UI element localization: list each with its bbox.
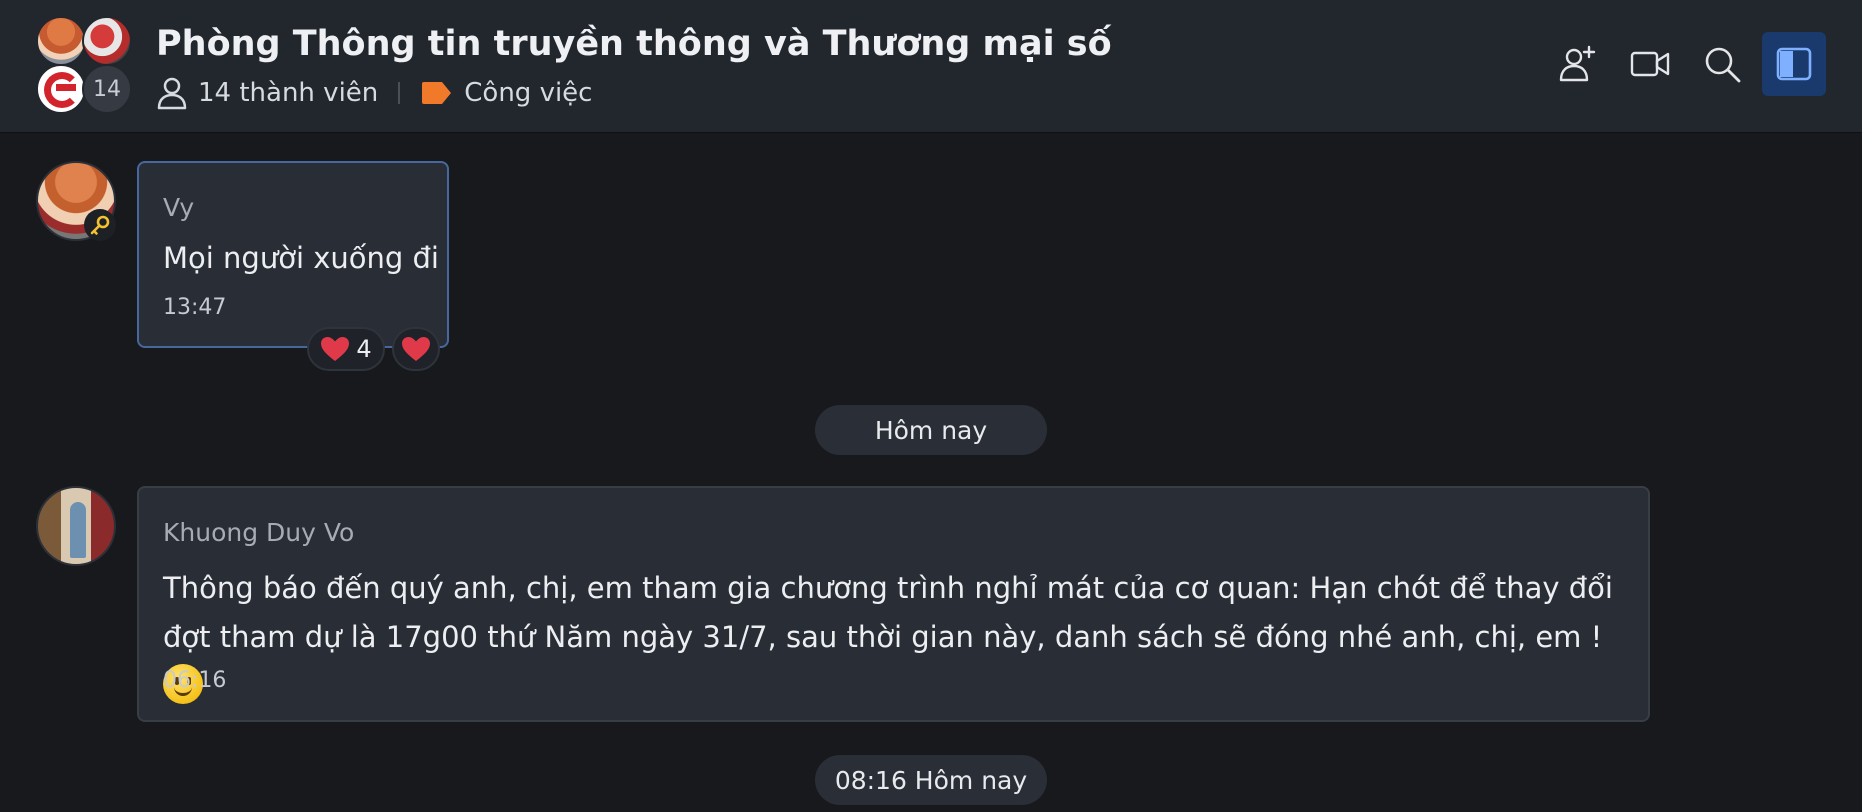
person-icon: [157, 77, 187, 110]
member-avatar: [36, 64, 86, 114]
members-count-link[interactable]: 14 thành viên: [198, 78, 378, 108]
video-call-button[interactable]: [1618, 32, 1682, 96]
reaction-summary[interactable]: 4: [307, 327, 385, 371]
heart-icon: [321, 337, 350, 361]
admin-key-icon: [84, 209, 116, 241]
add-reaction-button[interactable]: [392, 327, 440, 371]
search-icon: [1705, 47, 1741, 83]
divider: [398, 82, 401, 104]
message-bubble[interactable]: Khuong Duy Vo Thông báo đến quý anh, chị…: [137, 486, 1650, 722]
sender-name[interactable]: Khuong Duy Vo: [163, 518, 354, 547]
member-avatar: [82, 16, 132, 66]
message-text: Thông báo đến quý anh, chị, em tham gia …: [163, 571, 1613, 654]
heart-icon: [402, 337, 430, 361]
member-count-badge: 14: [82, 64, 132, 114]
search-button[interactable]: [1690, 32, 1754, 96]
video-call-icon: [1630, 51, 1670, 77]
message-time: 06:16: [163, 668, 227, 693]
add-member-button[interactable]: [1546, 32, 1610, 96]
date-separator: Hôm nay: [815, 405, 1047, 455]
group-title[interactable]: Phòng Thông tin truyền thông và Thương m…: [156, 24, 1112, 64]
reaction-count: 4: [356, 335, 372, 363]
group-avatar[interactable]: 14: [36, 16, 134, 114]
sender-name[interactable]: Vy: [163, 193, 194, 222]
message-time: 13:47: [163, 295, 227, 320]
sender-avatar[interactable]: [36, 486, 116, 566]
category-label[interactable]: Công việc: [464, 78, 592, 108]
time-separator: 08:16 Hôm nay: [815, 755, 1047, 805]
group-meta: 14 thành viên Công việc: [156, 76, 592, 110]
side-panel-icon: [1776, 47, 1812, 81]
message-bubble[interactable]: Vy Mọi người xuống đi 13:47: [137, 161, 449, 348]
toggle-side-panel-button[interactable]: [1762, 32, 1826, 96]
message-text: Mọi người xuống đi: [163, 241, 439, 275]
member-avatar: [36, 16, 86, 66]
message-text-container: Thông báo đến quý anh, chị, em tham gia …: [163, 564, 1633, 711]
add-member-icon: [1559, 45, 1596, 82]
chat-header: 14 Phòng Thông tin truyền thông và Thươn…: [0, 0, 1862, 133]
label-tag-icon: [422, 82, 452, 104]
